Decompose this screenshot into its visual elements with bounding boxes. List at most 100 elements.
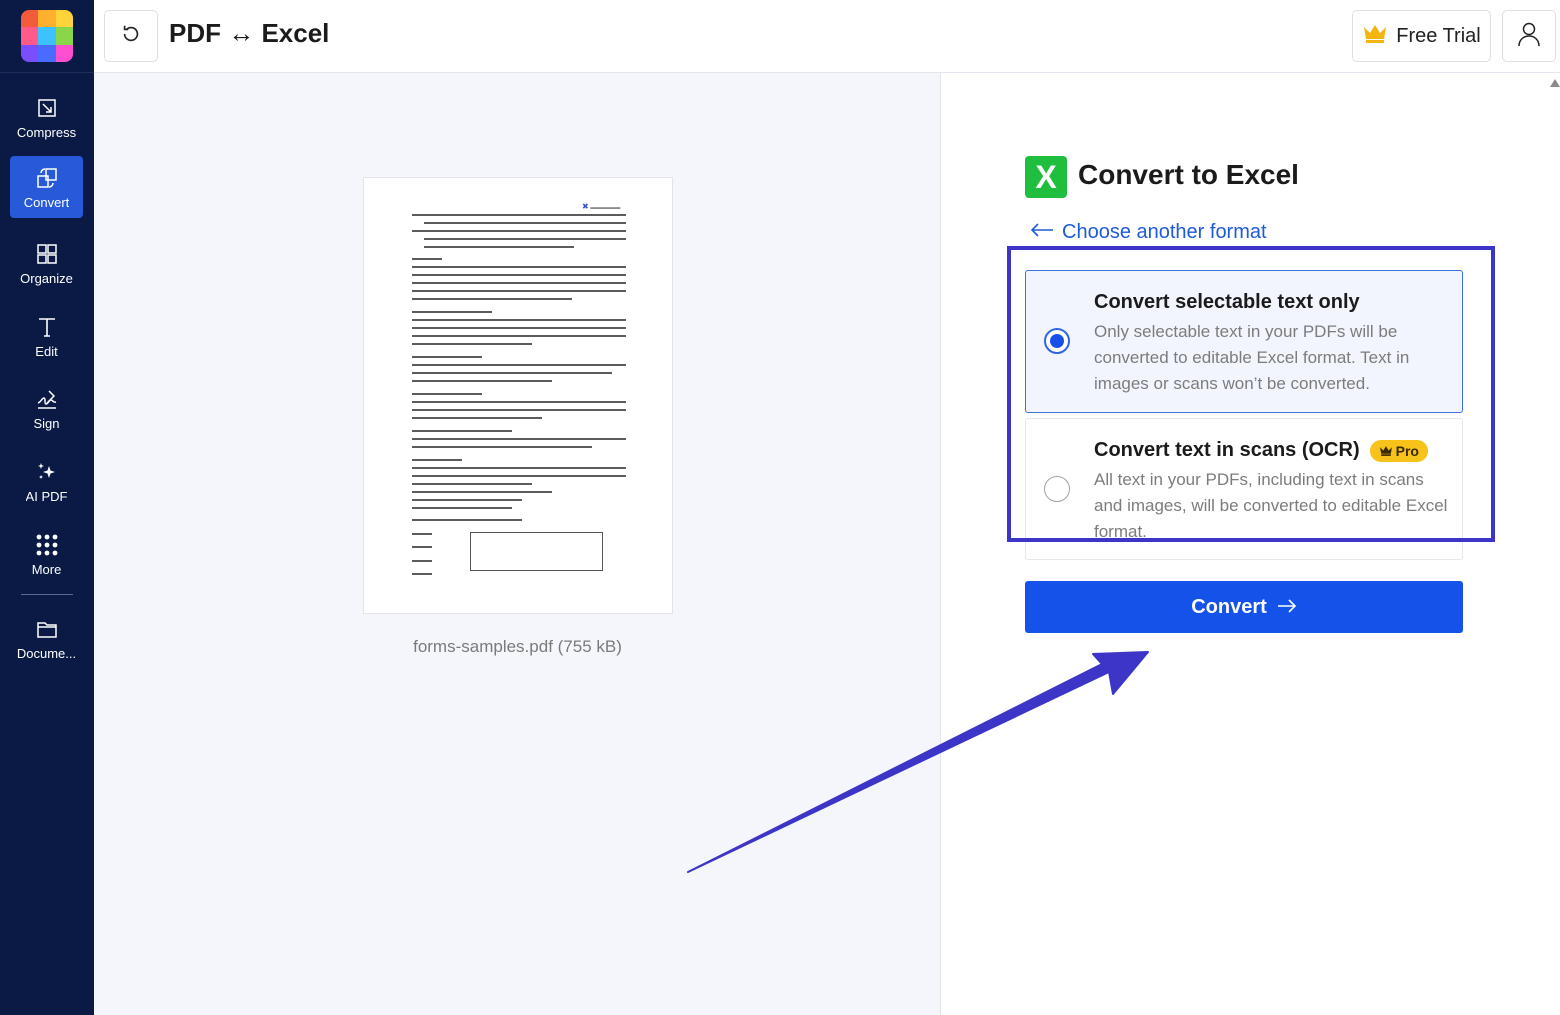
sign-icon xyxy=(34,386,60,412)
option-ocr[interactable]: Convert text in scans (OCR) Pro All text… xyxy=(1025,418,1463,560)
logo-tile xyxy=(38,27,56,45)
logo-tile xyxy=(55,10,73,28)
top-bar: PDF ↔ Excel Free Trial xyxy=(94,0,1560,73)
thumbnail-text-line xyxy=(412,491,552,493)
thumbnail-text-line xyxy=(412,467,626,469)
app-logo[interactable] xyxy=(21,10,73,62)
option-description: Only selectable text in your PDFs will b… xyxy=(1094,322,1410,393)
thumbnail-text-line xyxy=(412,401,626,403)
choose-another-format-link[interactable]: Choose another format xyxy=(1030,221,1267,244)
signature-box xyxy=(470,532,603,571)
thumbnail-text-line xyxy=(412,258,442,260)
thumbnail-text-line xyxy=(412,475,626,477)
radio-selected[interactable] xyxy=(1044,328,1070,354)
sidebar-item-sign[interactable]: Sign xyxy=(10,377,83,439)
choose-another-format-label: Choose another format xyxy=(1062,221,1267,243)
thumbnail-text-line xyxy=(412,573,432,575)
user-icon xyxy=(1517,21,1541,52)
thumbnail-text-line xyxy=(412,298,572,300)
convert-button-label: Convert xyxy=(1191,595,1267,618)
thumbnail-text-line xyxy=(412,214,626,216)
thumbnail-text-line xyxy=(424,246,574,248)
convert-button[interactable]: Convert xyxy=(1025,581,1463,633)
document-logo-icon: ✖ ▬▬▬▬▬ xyxy=(582,202,621,211)
scrollbar-up-arrow[interactable] xyxy=(1550,79,1560,87)
thumbnail-text-line xyxy=(412,459,462,461)
folder-icon xyxy=(34,616,60,642)
crown-icon xyxy=(1379,443,1393,459)
logo-tile xyxy=(21,10,39,28)
thumbnail-text-line xyxy=(412,483,532,485)
thumbnail-text-line xyxy=(412,446,592,448)
thumbnail-text-line xyxy=(424,222,626,224)
sidebar-item-compress[interactable]: Compress xyxy=(10,86,83,148)
logo-tile xyxy=(38,10,56,28)
user-account-button[interactable] xyxy=(1502,10,1556,62)
thumbnail-text-line xyxy=(412,311,492,313)
preview-area: ✖ ▬▬▬▬▬ forms-samples.pdf (755 kB) xyxy=(94,73,941,1015)
logo-tile xyxy=(21,27,39,45)
sidebar-item-edit[interactable]: Edit xyxy=(10,305,83,367)
thumbnail-text-line xyxy=(412,499,522,501)
thumbnail-text-line xyxy=(412,364,626,366)
thumbnail-text-line xyxy=(412,417,542,419)
thumbnail-text-line xyxy=(412,282,626,284)
thumbnail-text-line xyxy=(412,438,626,440)
convert-icon xyxy=(34,165,60,191)
pro-badge-label: Pro xyxy=(1395,442,1419,459)
page-title: PDF ↔ Excel xyxy=(169,18,330,48)
thumbnail-text-line xyxy=(412,380,552,382)
option-title-text: Convert text in scans (OCR) xyxy=(1094,439,1360,461)
sidebar-item-ai-pdf[interactable]: AI PDF xyxy=(10,450,83,512)
thumbnail-text-line xyxy=(412,393,482,395)
thumbnail-text-line xyxy=(412,266,626,268)
compress-icon xyxy=(34,95,60,121)
option-title: Convert text in scans (OCR) Pro xyxy=(1094,439,1428,462)
logo-tile xyxy=(55,44,73,62)
thumbnail-text-line xyxy=(412,356,482,358)
thumbnail-text-line xyxy=(412,409,626,411)
option-selectable-text[interactable]: Convert selectable text only Only select… xyxy=(1025,270,1463,413)
thumbnail-text-line xyxy=(412,507,512,509)
arrow-right-icon xyxy=(1277,596,1297,619)
thumbnail-text-line xyxy=(412,319,626,321)
panel-title: Convert to Excel xyxy=(1078,159,1299,190)
edit-icon xyxy=(34,314,60,340)
pro-badge: Pro xyxy=(1369,439,1428,462)
back-button[interactable] xyxy=(104,10,158,62)
sidebar-divider-top xyxy=(0,72,94,73)
free-trial-button[interactable]: Free Trial xyxy=(1352,10,1491,62)
sidebar-item-organize[interactable]: Organize xyxy=(10,232,83,294)
thumbnail-text-line xyxy=(412,372,612,374)
logo-tile xyxy=(21,44,39,62)
thumbnail-text-line xyxy=(412,560,432,562)
crown-icon xyxy=(1362,23,1388,49)
more-grid-icon xyxy=(34,532,60,558)
file-name: forms-samples.pdf (755 kB) xyxy=(413,637,622,656)
sidebar-item-label: AI PDF xyxy=(25,488,68,504)
excel-icon: X xyxy=(1025,156,1067,198)
sidebar-item-label: Docume... xyxy=(16,645,77,661)
thumbnail-text-line xyxy=(412,327,626,329)
free-trial-label: Free Trial xyxy=(1396,24,1481,47)
sidebar-item-label: Sign xyxy=(33,415,60,431)
thumbnail-text-line xyxy=(412,335,626,337)
logo-tile xyxy=(55,27,73,45)
thumbnail-text-line xyxy=(412,290,626,292)
sidebar-item-documents[interactable]: Docume... xyxy=(10,607,83,669)
option-title: Convert selectable text only xyxy=(1094,291,1360,314)
thumbnail-text-line xyxy=(424,238,626,240)
option-title-text: Convert selectable text only xyxy=(1094,291,1360,313)
thumbnail-text-line xyxy=(412,533,432,535)
thumbnail-text-line xyxy=(412,430,512,432)
sidebar-item-more[interactable]: More xyxy=(10,523,83,585)
sidebar-divider xyxy=(21,594,73,595)
organize-icon xyxy=(34,241,60,267)
sidebar: Compress Convert Organize Edit Sign AI P… xyxy=(0,0,94,1015)
pdf-thumbnail[interactable]: ✖ ▬▬▬▬▬ xyxy=(363,177,673,614)
thumbnail-text-line xyxy=(412,274,626,276)
thumbnail-text-line xyxy=(412,546,432,548)
radio-unselected[interactable] xyxy=(1044,476,1070,502)
sidebar-item-convert[interactable]: Convert xyxy=(10,156,83,218)
sidebar-item-label: Edit xyxy=(35,343,58,359)
